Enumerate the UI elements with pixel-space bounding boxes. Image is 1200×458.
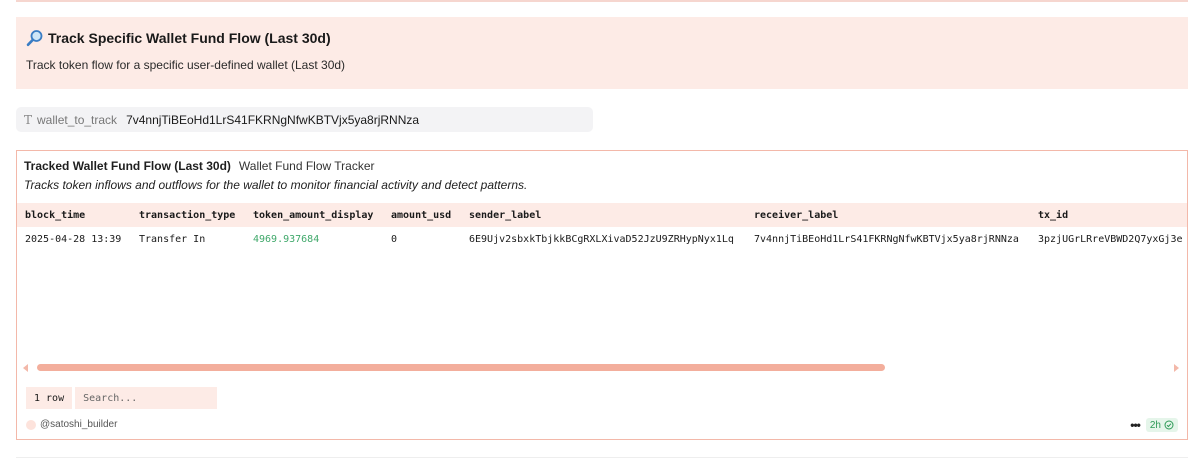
header-title: Track Specific Wallet Fund Flow (Last 30…	[48, 30, 331, 46]
table-header-row: block_time transaction_type token_amount…	[17, 203, 1187, 227]
header-title-row: Track Specific Wallet Fund Flow (Last 30…	[26, 29, 1178, 47]
top-divider	[16, 0, 1188, 2]
column-header-block-time[interactable]: block_time	[17, 203, 131, 227]
column-header-tx-id[interactable]: tx_id	[1030, 203, 1187, 227]
panel-title-row: Tracked Wallet Fund Flow (Last 30d) Walle…	[24, 159, 1180, 173]
cell-tx-id: 3pzjUGrLRreVBWD2Q7yxGj3e	[1038, 233, 1183, 245]
dashboard-text-card: Track Specific Wallet Fund Flow (Last 30…	[16, 17, 1188, 89]
column-header-transaction-type[interactable]: transaction_type	[131, 203, 245, 227]
text-type-icon: T	[24, 112, 33, 127]
results-table: block_time transaction_type token_amount…	[17, 203, 1187, 251]
results-table-container: block_time transaction_type token_amount…	[17, 203, 1187, 251]
cell-amount-usd: 0	[391, 233, 398, 245]
column-header-sender-label[interactable]: sender_label	[461, 203, 746, 227]
query-name-link[interactable]: Wallet Fund Flow Tracker	[239, 159, 375, 173]
more-options-icon[interactable]: •••	[1130, 418, 1141, 432]
check-circle-icon	[1164, 420, 1174, 430]
column-header-amount-usd[interactable]: amount_usd	[383, 203, 461, 227]
cell-transaction-type: Transfer In	[139, 233, 206, 245]
table-footer-controls: 1 row	[26, 387, 218, 409]
horizontal-scrollbar[interactable]	[23, 363, 1183, 373]
author-link[interactable]: @satoshi_builder	[26, 419, 117, 430]
panel-meta: ••• 2h	[1130, 418, 1178, 432]
cell-sender-label: 6E9Ujv2sbxkTbjkkBCgRXLXivaD52JzU9ZRHypNy…	[469, 233, 734, 245]
refresh-age-badge[interactable]: 2h	[1145, 418, 1178, 432]
scrollbar-thumb[interactable]	[37, 364, 885, 371]
cell-block-time: 2025-04-28 13:39	[25, 233, 122, 245]
avatar	[26, 419, 36, 430]
table-row: 2025-04-28 13:39 Transfer In 4969.937684…	[17, 227, 1187, 251]
magnifying-glass-icon	[26, 30, 43, 47]
wallet-parameter-field[interactable]: T wallet_to_track 7v4nnjTiBEoHd1LrS41FKR…	[16, 107, 593, 132]
scroll-left-icon[interactable]	[23, 364, 28, 372]
panel-title[interactable]: Tracked Wallet Fund Flow (Last 30d)	[24, 159, 231, 173]
column-header-receiver-label[interactable]: receiver_label	[746, 203, 1030, 227]
header-subtitle: Track token flow for a specific user-def…	[26, 58, 346, 72]
parameter-name: wallet_to_track	[37, 112, 118, 127]
cell-receiver-label: 7v4nnjTiBEoHd1LrS41FKRNgNfwKBTVjx5ya8rjR…	[754, 233, 1019, 245]
cell-token-amount-display: 4969.937684	[253, 233, 320, 245]
query-result-panel: Tracked Wallet Fund Flow (Last 30d) Walle…	[16, 150, 1188, 440]
refresh-age-text: 2h	[1149, 419, 1161, 431]
panel-description: Tracks token inflows and outflows for th…	[24, 178, 528, 192]
row-count-badge: 1 row	[26, 387, 73, 409]
column-header-token-amount-display[interactable]: token_amount_display	[245, 203, 383, 227]
table-search-input[interactable]	[75, 387, 218, 409]
parameter-value[interactable]: 7v4nnjTiBEoHd1LrS41FKRNgNfwKBTVjx5ya8rjR…	[126, 113, 419, 127]
panel-header: Tracked Wallet Fund Flow (Last 30d) Walle…	[17, 151, 1187, 192]
author-name[interactable]: @satoshi_builder	[40, 419, 117, 430]
scroll-right-icon[interactable]	[1174, 364, 1179, 372]
